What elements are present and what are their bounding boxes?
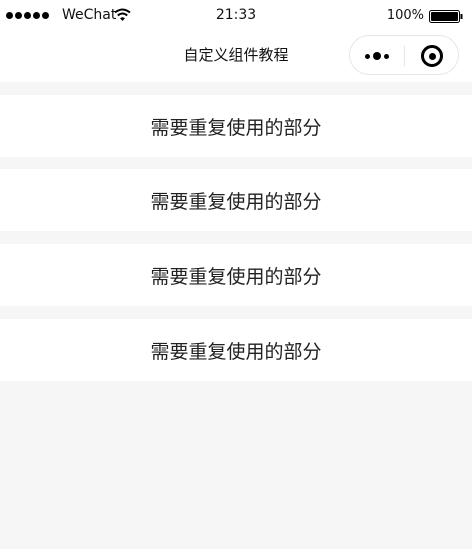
list-item: 需要重复使用的部分 bbox=[0, 319, 472, 381]
list-item-label: 需要重复使用的部分 bbox=[150, 116, 322, 139]
status-bar: WeChat 21:33 100% bbox=[0, 0, 472, 32]
target-close-icon bbox=[421, 45, 443, 67]
list-item-label: 需要重复使用的部分 bbox=[150, 340, 322, 363]
close-mini-program-button[interactable] bbox=[405, 36, 459, 76]
mini-program-capsule bbox=[349, 35, 459, 75]
list-item-label: 需要重复使用的部分 bbox=[150, 190, 322, 213]
mini-program-screen: WeChat 21:33 100% 自定义组件教程 需要重复使用的部分 需要重复… bbox=[0, 0, 472, 549]
battery-percentage: 100% bbox=[386, 8, 424, 23]
battery-icon bbox=[429, 10, 463, 23]
navigation-bar: 自定义组件教程 bbox=[0, 32, 472, 82]
list-item-label: 需要重复使用的部分 bbox=[150, 265, 322, 288]
more-menu-button[interactable] bbox=[350, 36, 404, 76]
list-item: 需要重复使用的部分 bbox=[0, 244, 472, 306]
list-item: 需要重复使用的部分 bbox=[0, 169, 472, 231]
more-dots-icon bbox=[365, 52, 389, 60]
list-item: 需要重复使用的部分 bbox=[0, 95, 472, 157]
